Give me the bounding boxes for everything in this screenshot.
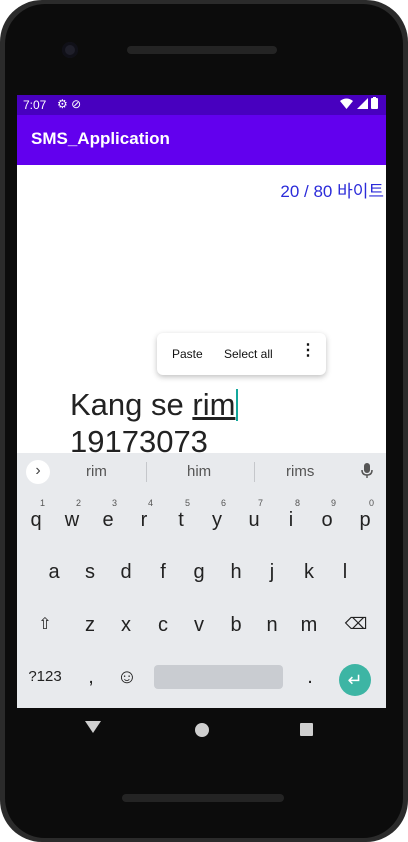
key-d[interactable]: d [109,552,143,592]
key-u[interactable]: 7u [237,498,271,540]
key-hint: 7 [258,498,264,508]
navigation-bar [17,708,386,750]
key-l[interactable]: l [328,552,362,592]
key-hint: 8 [295,498,301,508]
message-input[interactable]: Kang se rim [70,387,239,423]
key-b[interactable]: b [219,605,253,645]
status-time: 7:07 [23,98,47,112]
key-f[interactable]: f [146,552,180,592]
suggestion-3[interactable]: rims [286,463,314,480]
gear-icon: ⚙ [57,97,68,111]
composing-word: rim [192,387,236,422]
symbols-key[interactable]: ?123 [25,657,65,697]
bottom-speaker [122,794,284,802]
key-w[interactable]: 2w [55,498,89,540]
message-text-prefix: Kang se [70,387,193,422]
key-v[interactable]: v [182,605,216,645]
signal-icon [356,98,368,109]
suggestion-divider [146,462,147,482]
key-j[interactable]: j [255,552,289,592]
key-label: i [288,509,294,531]
key-hint: 0 [369,498,375,508]
key-k[interactable]: k [292,552,326,592]
key-hint: 6 [221,498,227,508]
key-y[interactable]: 6y [200,498,234,540]
backspace-key[interactable]: ⌫ [339,605,373,645]
byte-counter: 20 / 80 바이트 [280,182,384,201]
key-hint: 9 [331,498,337,508]
app-bar: SMS_Application [17,115,386,165]
microphone-icon[interactable] [361,463,373,479]
key-x[interactable]: x [109,605,143,645]
key-z[interactable]: z [73,605,107,645]
key-h[interactable]: h [219,552,253,592]
key-g[interactable]: g [182,552,216,592]
home-icon[interactable] [195,723,209,737]
do-not-disturb-icon: ⊘ [71,97,82,111]
text-cursor [236,389,239,421]
comma-key[interactable]: , [74,657,108,697]
status-bar: 7:07 ⚙ ⊘ [17,95,386,115]
enter-icon[interactable]: ↵ [339,664,371,696]
status-right-icons [340,97,378,112]
text-context-menu: Paste Select all ⋮ [157,333,326,375]
key-q[interactable]: 1q [19,498,53,540]
key-m[interactable]: m [292,605,326,645]
key-hint: 5 [185,498,191,508]
more-options-icon[interactable]: ⋮ [300,343,316,359]
key-label: r [140,509,148,531]
chevron-right-icon[interactable]: › [26,460,50,484]
screen: 7:07 ⚙ ⊘ SMS_Application 20 / 80 바이트 Pas… [17,95,386,750]
shift-key[interactable]: ⇧ [28,605,62,645]
key-n[interactable]: n [255,605,289,645]
key-a[interactable]: a [37,552,71,592]
app-title: SMS_Application [31,129,170,148]
back-icon[interactable] [85,721,101,733]
soft-keyboard: › rim him rims 1q 2w 3e 4r 5t 6y 7u 8i 9… [17,453,386,708]
key-hint: 1 [40,498,46,508]
earpiece-speaker [127,46,277,54]
key-t[interactable]: 5t [164,498,198,540]
paste-menu-item[interactable]: Paste [172,347,203,361]
key-i[interactable]: 8i [274,498,308,540]
key-label: t [178,509,184,531]
key-hint: 2 [76,498,82,508]
suggestion-2[interactable]: him [187,463,211,480]
space-bar[interactable] [154,665,283,689]
period-key[interactable]: . [293,657,327,697]
emoji-icon[interactable]: ☺ [110,657,144,697]
key-hint: 3 [112,498,118,508]
key-p[interactable]: 0p [348,498,382,540]
select-all-menu-item[interactable]: Select all [224,347,273,361]
key-e[interactable]: 3e [91,498,125,540]
phone-frame: 7:07 ⚙ ⊘ SMS_Application 20 / 80 바이트 Pas… [0,0,408,842]
suggestion-1[interactable]: rim [86,463,107,480]
recent-apps-icon[interactable] [300,723,313,736]
status-left-icons: ⚙ ⊘ [57,97,81,111]
wifi-icon [340,98,354,109]
key-s[interactable]: s [73,552,107,592]
key-c[interactable]: c [146,605,180,645]
suggestion-divider [254,462,255,482]
key-r[interactable]: 4r [127,498,161,540]
battery-icon [371,97,378,109]
front-camera [62,42,78,58]
key-o[interactable]: 9o [310,498,344,540]
key-hint: 4 [148,498,154,508]
